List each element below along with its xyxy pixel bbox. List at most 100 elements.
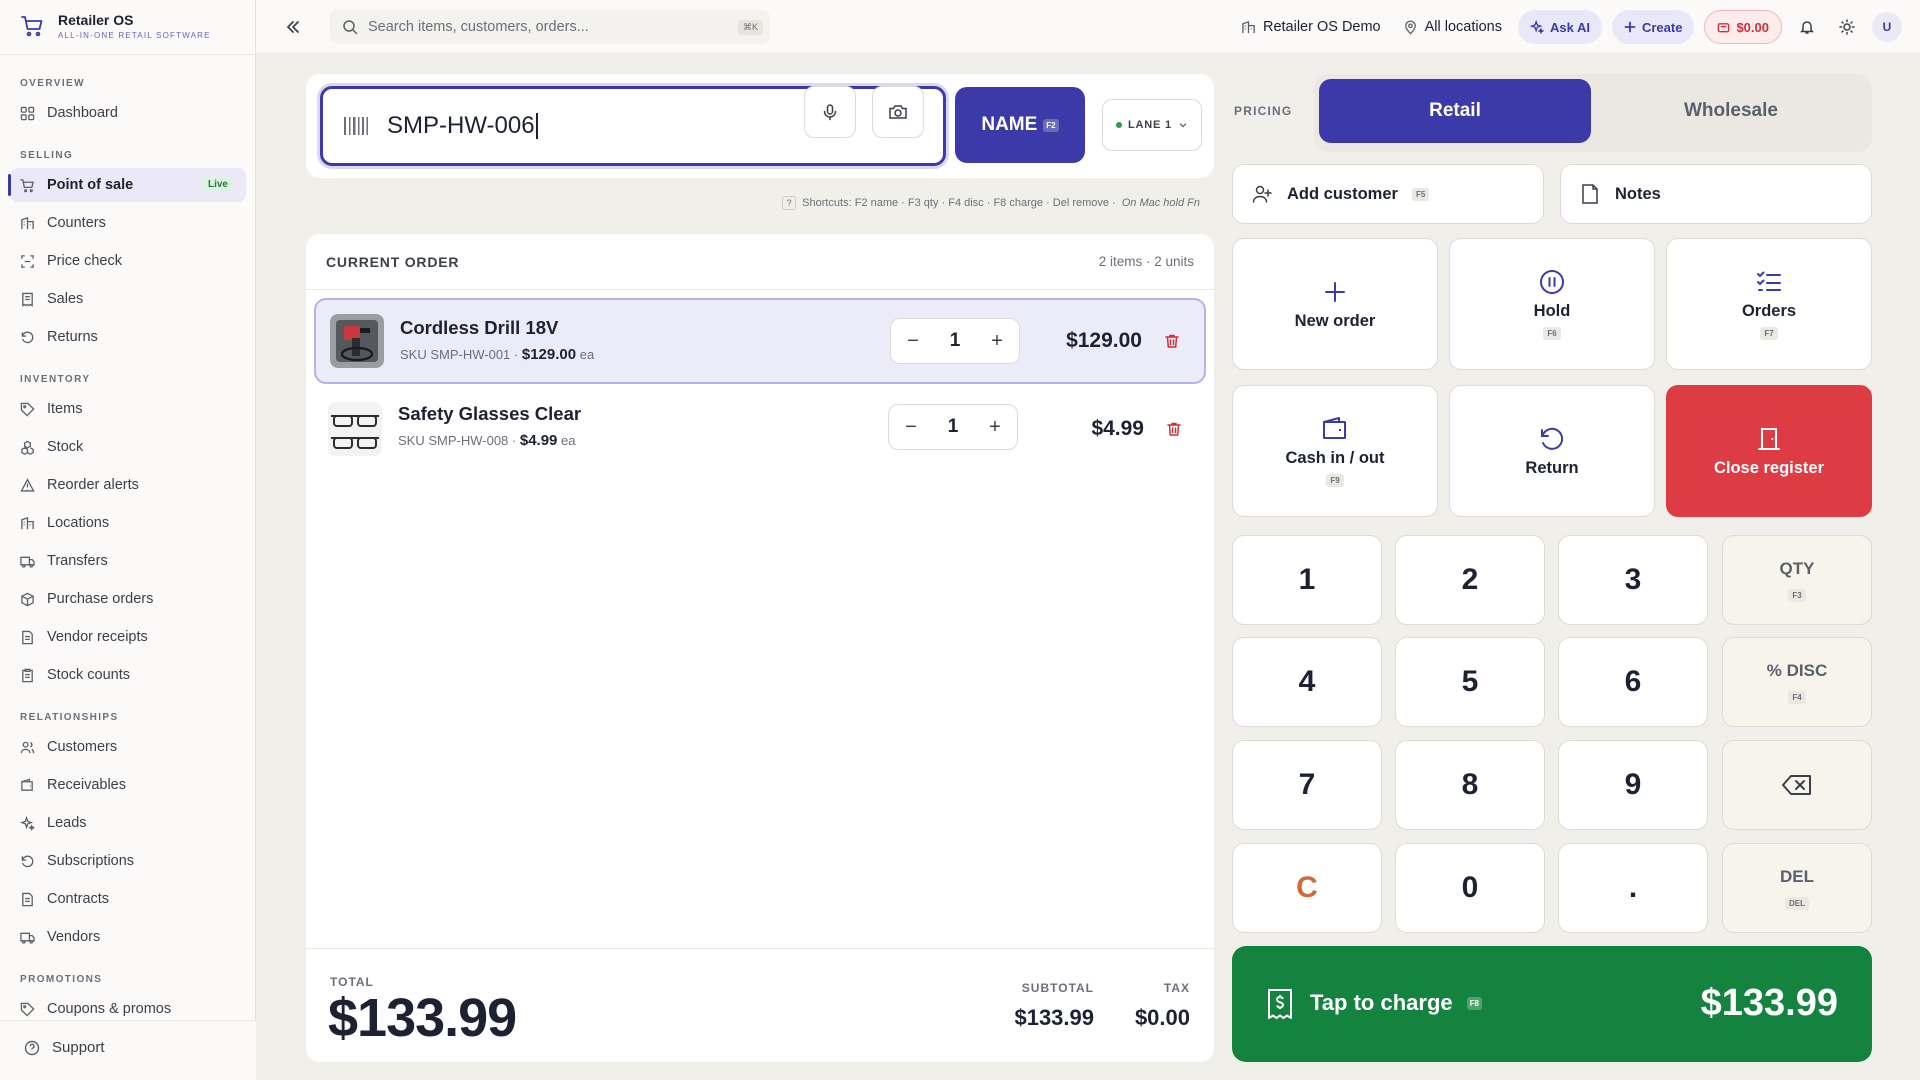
pricing-wholesale-tab[interactable]: Wholesale: [1595, 79, 1867, 143]
sidebar-item-subscriptions[interactable]: Subscriptions: [10, 844, 246, 878]
keypad-2[interactable]: 2: [1395, 535, 1545, 625]
sidebar-item-locations[interactable]: Locations: [10, 506, 246, 540]
return-button[interactable]: Return: [1449, 385, 1655, 517]
sidebar-item-sales[interactable]: Sales: [10, 282, 246, 316]
keypad-clear[interactable]: C: [1232, 843, 1382, 933]
building-icon: [21, 216, 34, 229]
sidebar-item-coupons[interactable]: Coupons & promos: [10, 992, 246, 1020]
return-label: Return: [1525, 458, 1579, 477]
avatar[interactable]: U: [1872, 12, 1902, 42]
sidebar-item-items[interactable]: Items: [10, 392, 246, 426]
keypad-qty[interactable]: QTY F3: [1722, 535, 1872, 625]
close-register-label: Close register: [1713, 458, 1825, 477]
keypad-6[interactable]: 6: [1558, 637, 1708, 727]
close-register-button[interactable]: Close register: [1666, 385, 1872, 517]
keypad-3[interactable]: 3: [1558, 535, 1708, 625]
qty-value[interactable]: 1: [948, 416, 959, 438]
line-total: $129.00: [1066, 329, 1142, 352]
sidebar-item-reorder-alerts[interactable]: Reorder alerts: [10, 468, 246, 502]
notifications-button[interactable]: [1792, 12, 1822, 42]
trash-icon[interactable]: [1166, 421, 1182, 437]
collapse-sidebar-button[interactable]: [282, 16, 304, 38]
tax-value: $0.00: [1134, 1005, 1190, 1030]
register-icon: [1718, 22, 1730, 32]
notes-button[interactable]: Notes: [1560, 164, 1872, 224]
name-label: NAME: [981, 114, 1038, 135]
sidebar-item-purchase-orders[interactable]: Purchase orders: [10, 582, 246, 616]
voice-search-button[interactable]: [804, 86, 856, 138]
keypad-decimal[interactable]: .: [1558, 843, 1708, 933]
orders-button[interactable]: Orders F7: [1666, 238, 1872, 370]
keypad-1[interactable]: 1: [1232, 535, 1382, 625]
support-link[interactable]: Support: [24, 1039, 105, 1056]
keypad-8[interactable]: 8: [1395, 740, 1545, 830]
pricing-toggle: PRICING Retail Wholesale: [1232, 74, 1872, 152]
keypad-4[interactable]: 4: [1232, 637, 1382, 727]
cash-drawer-button[interactable]: $0.00: [1704, 10, 1782, 44]
keypad-0[interactable]: 0: [1395, 843, 1545, 933]
f2-key-hint: F2: [1043, 118, 1059, 132]
lane-selector[interactable]: LANE 1: [1102, 99, 1202, 151]
chevrons-left-icon: [287, 21, 299, 33]
sidebar-item-returns[interactable]: Returns: [10, 320, 246, 354]
sidebar-item-counters[interactable]: Counters: [10, 206, 246, 240]
camera-icon: [889, 105, 907, 119]
keypad-delete[interactable]: DEL DEL: [1722, 843, 1872, 933]
keypad-7[interactable]: 7: [1232, 740, 1382, 830]
cash-in-out-button[interactable]: Cash in / out F9: [1232, 385, 1438, 517]
subtotal-value: $133.99: [1014, 1005, 1094, 1030]
keypad-backspace[interactable]: [1722, 740, 1872, 830]
add-customer-label: Add customer: [1287, 184, 1398, 203]
item-name: Cordless Drill 18V: [400, 317, 559, 338]
charge-label: Tap to charge: [1310, 990, 1453, 1015]
increase-qty-button[interactable]: +: [987, 330, 1007, 353]
create-button[interactable]: Create: [1611, 10, 1695, 44]
store-switcher[interactable]: Retailer OS Demo: [1235, 19, 1387, 35]
keypad-9[interactable]: 9: [1558, 740, 1708, 830]
sidebar-item-label: Reorder alerts: [47, 477, 139, 493]
qty-value[interactable]: 1: [950, 330, 961, 352]
keypad-discount[interactable]: % DISC F4: [1722, 637, 1872, 727]
theme-toggle-button[interactable]: [1832, 12, 1862, 42]
sidebar-item-vendor-receipts[interactable]: Vendor receipts: [10, 620, 246, 654]
search-input[interactable]: [368, 19, 728, 35]
sidebar-item-customers[interactable]: Customers: [10, 730, 246, 764]
sun-icon: [1839, 19, 1855, 35]
ask-ai-button[interactable]: Ask AI: [1518, 10, 1602, 44]
hold-button[interactable]: Hold F6: [1449, 238, 1655, 370]
sidebar-item-label: Counters: [47, 215, 106, 231]
sidebar-item-vendors[interactable]: Vendors: [10, 920, 246, 954]
sidebar-item-contracts[interactable]: Contracts: [10, 882, 246, 916]
name-search-button[interactable]: NAME F2: [955, 87, 1085, 163]
order-line-item[interactable]: Safety Glasses Clear SKU SMP-HW-008 · $4…: [314, 386, 1206, 472]
sidebar-item-price-check[interactable]: Price check: [10, 244, 246, 278]
order-title: CURRENT ORDER: [326, 253, 460, 270]
topbar-actions: Retailer OS Demo All locations Ask AI Cr…: [1235, 0, 1920, 54]
add-customer-button[interactable]: Add customer F5: [1232, 164, 1544, 224]
trash-icon[interactable]: [1164, 333, 1180, 349]
tap-to-charge-button[interactable]: Tap to charge F8 $133.99: [1232, 946, 1872, 1062]
keypad-5[interactable]: 5: [1395, 637, 1545, 727]
sidebar-item-stock-counts[interactable]: Stock counts: [10, 658, 246, 692]
sidebar-item-label: Transfers: [47, 553, 108, 569]
global-search[interactable]: ⌘K: [330, 10, 770, 44]
increase-qty-button[interactable]: +: [985, 416, 1005, 439]
decrease-qty-button[interactable]: −: [903, 330, 923, 353]
scan-card: SMP-HW-006 NAME F2 LANE 1: [306, 74, 1214, 178]
sidebar-item-dashboard[interactable]: Dashboard: [10, 96, 246, 130]
sidebar-item-point-of-sale[interactable]: Point of sale Live: [8, 168, 246, 202]
brand[interactable]: Retailer OS ALL-IN-ONE RETAIL SOFTWARE: [20, 12, 211, 40]
camera-scan-button[interactable]: [872, 86, 924, 138]
location-switcher[interactable]: All locations: [1397, 19, 1508, 35]
sidebar-item-leads[interactable]: Leads: [10, 806, 246, 840]
sidebar-item-transfers[interactable]: Transfers: [10, 544, 246, 578]
package-icon: [21, 592, 34, 606]
decrease-qty-button[interactable]: −: [901, 416, 921, 439]
sidebar-item-stock[interactable]: Stock: [10, 430, 246, 464]
sidebar-item-receivables[interactable]: Receivables: [10, 768, 246, 802]
plus-icon: [1624, 21, 1636, 33]
new-order-button[interactable]: New order: [1232, 238, 1438, 370]
order-line-item[interactable]: Cordless Drill 18V SKU SMP-HW-001 · $129…: [314, 298, 1206, 384]
sidebar-nav[interactable]: OVERVIEW Dashboard SELLING Point of sale…: [0, 66, 256, 1020]
pricing-retail-tab[interactable]: Retail: [1319, 79, 1591, 143]
